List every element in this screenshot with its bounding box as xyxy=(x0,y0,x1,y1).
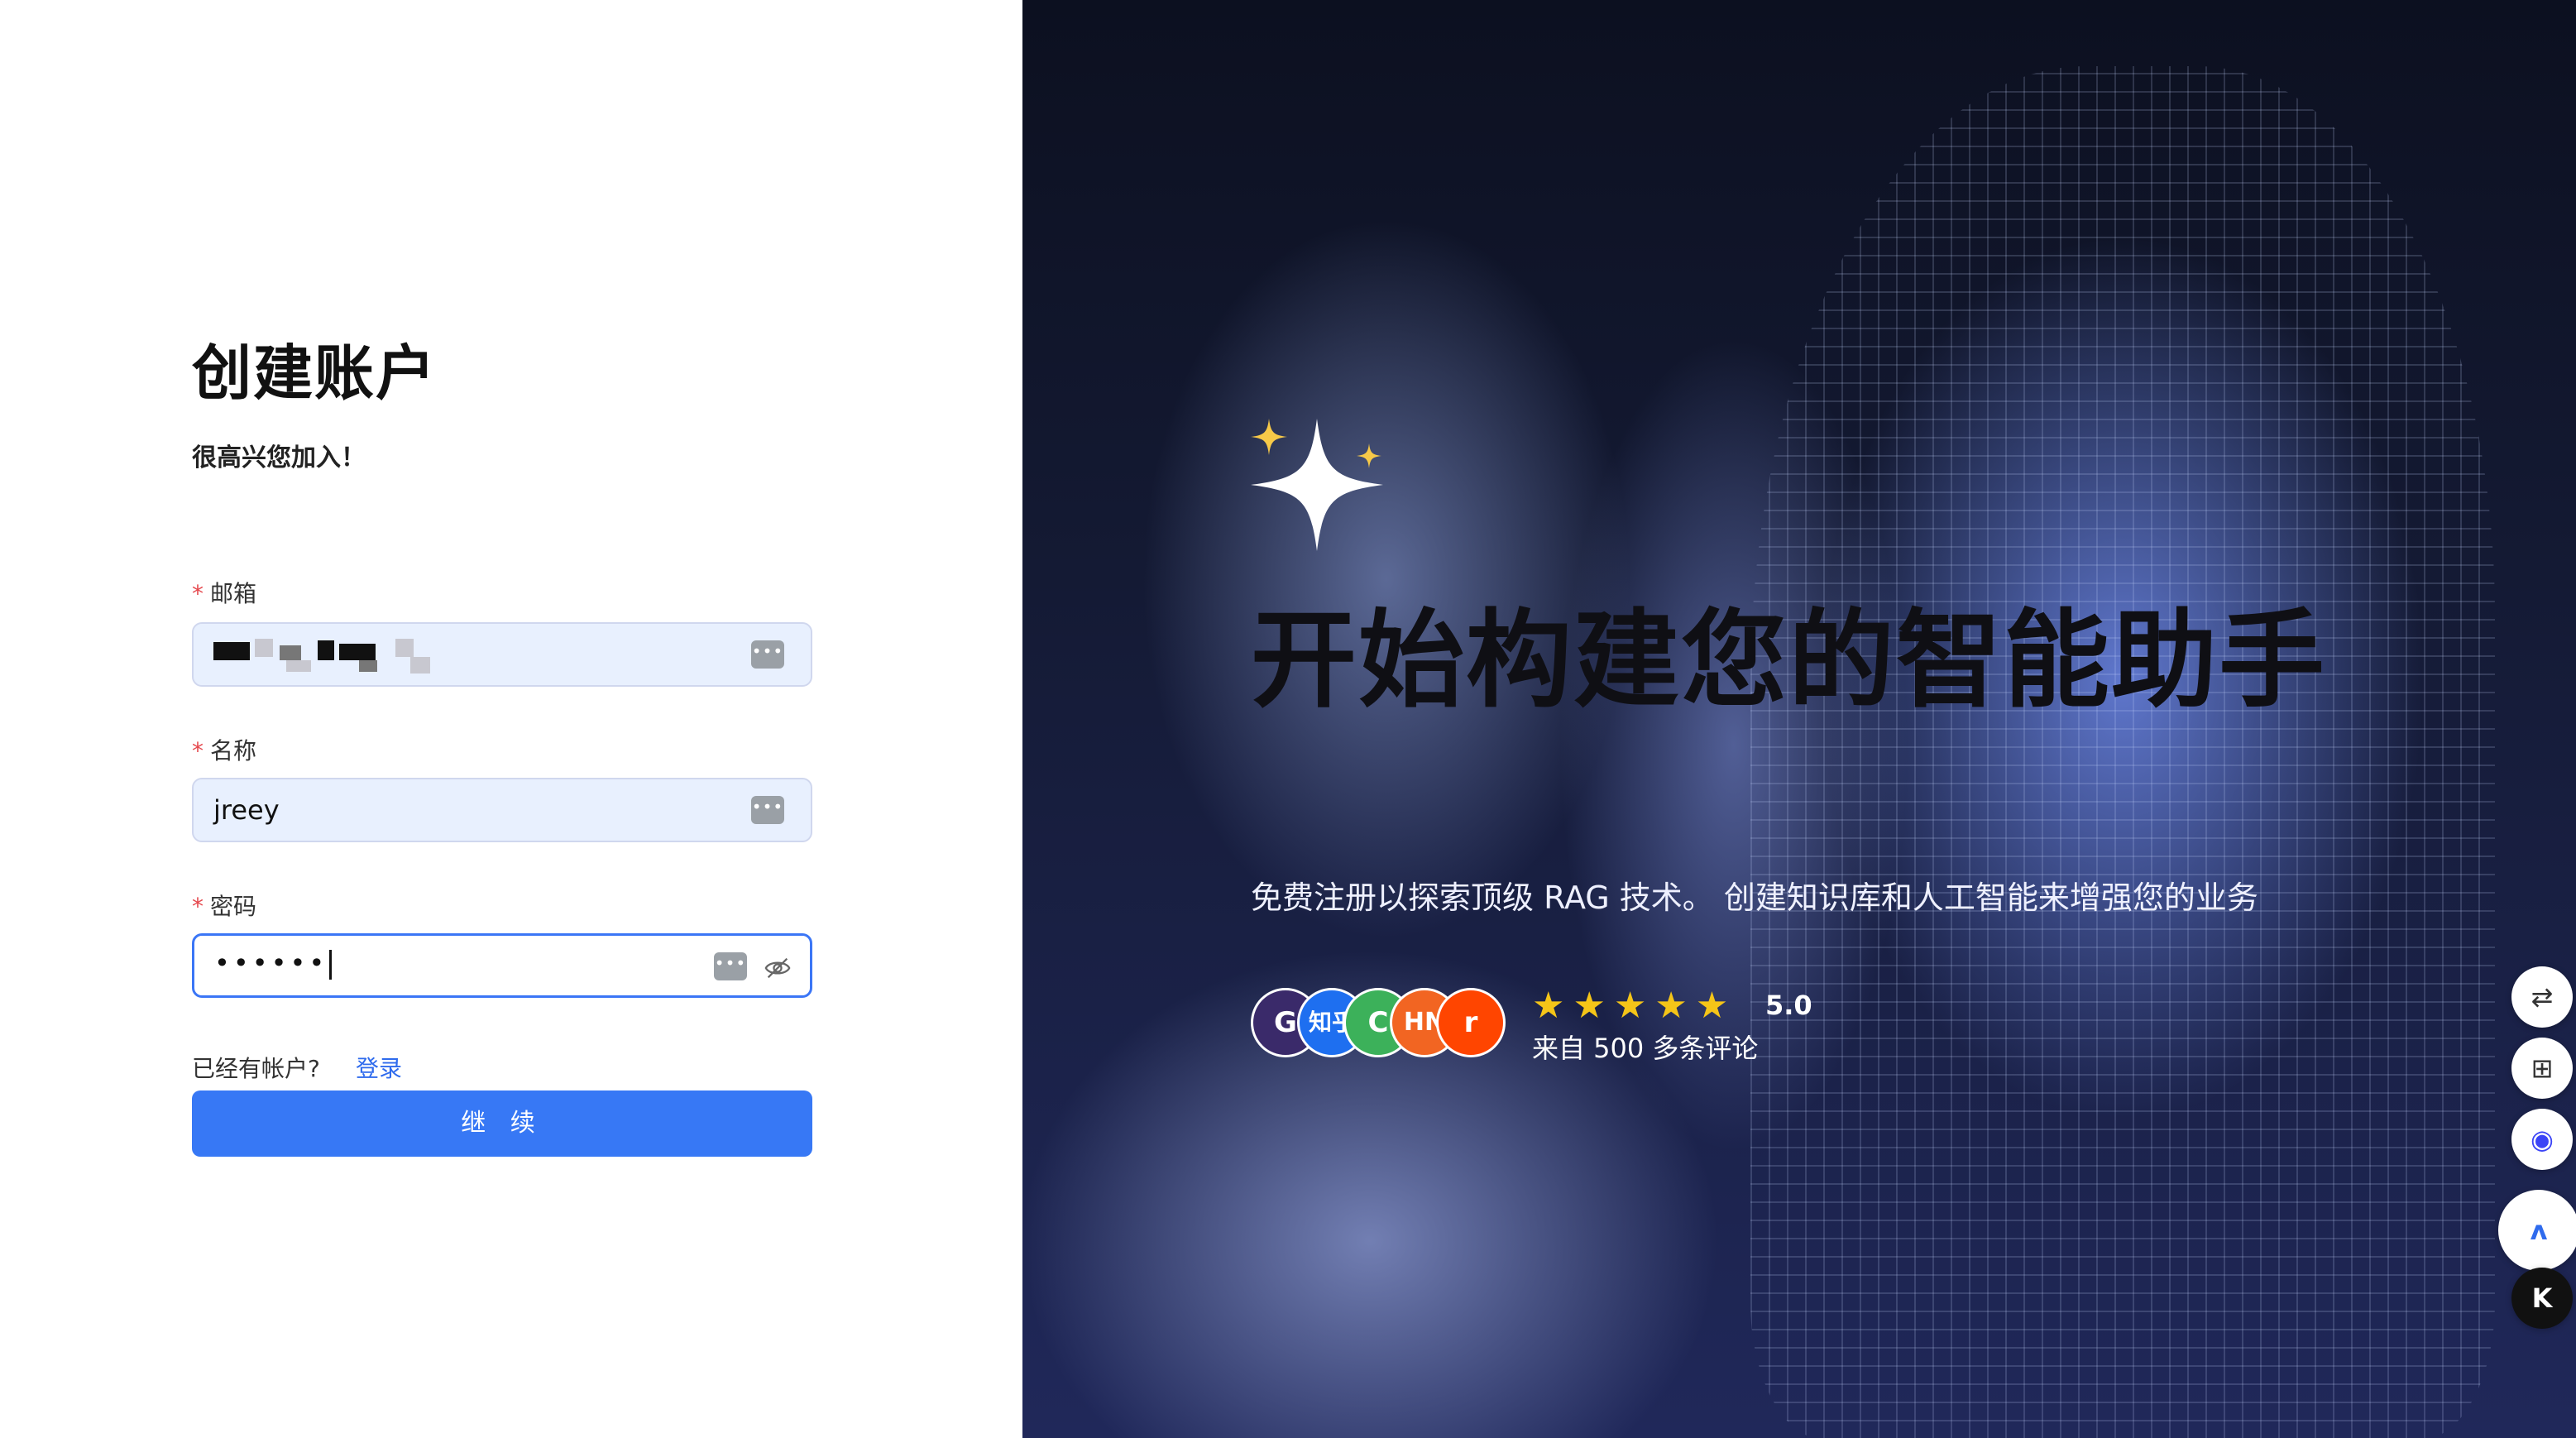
review-count: 来自 500 多条评论 xyxy=(1532,1033,1759,1064)
autofill-icon[interactable]: ••• xyxy=(751,640,784,669)
rating-stars: ★★★★★ xyxy=(1532,985,1737,1027)
login-link[interactable]: 登录 xyxy=(356,1051,402,1084)
ai-logo-icon[interactable]: ʌ xyxy=(2498,1190,2576,1271)
rating-value: 5.0 xyxy=(1765,990,1812,1021)
avatar-group: G 知乎 C HN r xyxy=(1251,988,1515,1061)
translate-icon[interactable]: ⇄ xyxy=(2511,966,2573,1028)
hero-title: 开始构建您的智能助手 xyxy=(1251,599,2327,722)
password-field[interactable]: •••••• ••• xyxy=(192,933,812,998)
signup-panel: 创建账户 很高兴您加入！ * 邮箱 ••• * 名称 jreey ••• * 密码 •… xyxy=(0,0,1022,1438)
page-subtitle: 很高兴您加入！ xyxy=(192,443,366,472)
name-label: * 名称 xyxy=(192,737,257,765)
small-sparkle-icon xyxy=(1251,419,1287,455)
autofill-icon[interactable]: ••• xyxy=(751,796,784,824)
apps-icon[interactable]: ⊞ xyxy=(2511,1038,2573,1099)
page-title: 创建账户 xyxy=(192,338,438,408)
email-label: * 邮箱 xyxy=(192,580,257,607)
name-input-value: jreey xyxy=(213,794,280,826)
hide-password-icon[interactable] xyxy=(764,954,792,982)
has-account-text: 已经有帐户? xyxy=(192,1055,320,1082)
text-caret xyxy=(329,950,333,980)
password-label: * 密码 xyxy=(192,893,257,920)
email-field[interactable]: ••• xyxy=(192,622,812,687)
name-field[interactable]: jreey ••• xyxy=(192,778,812,842)
required-mark: * xyxy=(192,580,203,607)
password-input-value: •••••• xyxy=(214,947,333,980)
small-sparkle-icon xyxy=(1357,443,1381,468)
hero-subtitle: 免费注册以探索顶级 RAG 技术。 创建知识库和人工智能来增强您的业务 xyxy=(1251,880,2258,916)
autofill-icon[interactable]: ••• xyxy=(714,952,747,980)
avatar: r xyxy=(1436,988,1506,1057)
wireframe-figure-image xyxy=(1750,66,2495,1438)
bot-icon[interactable]: ◉ xyxy=(2511,1109,2573,1170)
k-logo-icon[interactable]: K xyxy=(2511,1268,2573,1329)
continue-button[interactable]: 继 续 xyxy=(192,1090,812,1157)
